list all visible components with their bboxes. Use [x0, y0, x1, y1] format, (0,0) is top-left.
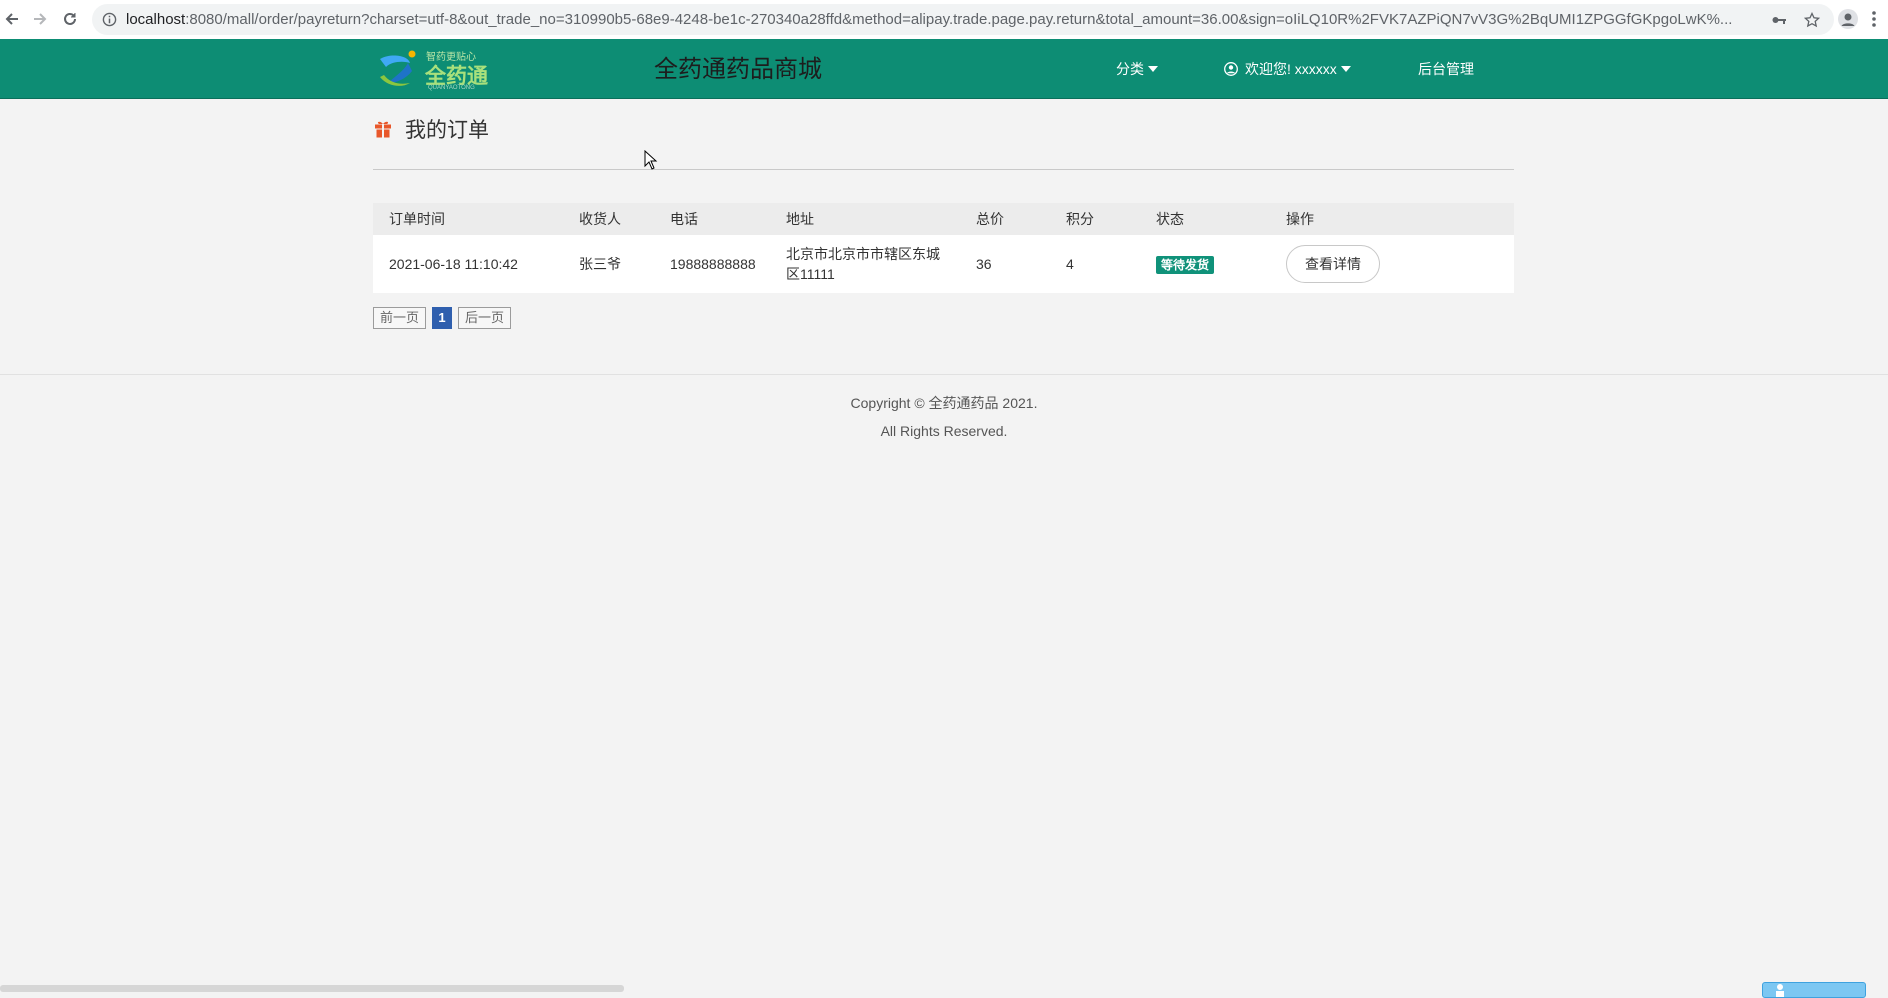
- order-address-line2: 区11111: [786, 266, 835, 282]
- caret-down-icon: [1340, 66, 1351, 72]
- prev-page-button[interactable]: 前一页: [373, 307, 427, 329]
- order-time: 2021-06-18 11:10:42: [373, 235, 563, 293]
- url-host: localhost: [126, 11, 186, 28]
- forward-icon[interactable]: [28, 7, 52, 31]
- site-logo[interactable]: 智药更贴心 全药通 QUANYAOTONG: [374, 47, 488, 93]
- footer-rights: All Rights Reserved.: [880, 423, 1008, 439]
- nav-admin-link[interactable]: 后台管理: [1418, 59, 1474, 79]
- user-circle-icon: [1224, 62, 1238, 76]
- column-header-points: 积分: [1050, 203, 1140, 235]
- nav-user-dropdown[interactable]: 欢迎您! xxxxxx: [1224, 59, 1351, 79]
- horizontal-scrollbar[interactable]: [0, 985, 624, 992]
- key-icon[interactable]: [1771, 12, 1787, 28]
- next-page-button[interactable]: 后一页: [458, 307, 512, 329]
- order-address: 北京市北京市市辖区东城 区11111: [770, 235, 960, 293]
- current-page[interactable]: 1: [432, 307, 453, 329]
- footer-divider: [0, 374, 1888, 375]
- orders-table: 订单时间 收货人 电话 地址 总价 积分 状态 操作 2021-06-18 11…: [373, 203, 1514, 293]
- order-action-cell: 查看详情: [1270, 235, 1514, 293]
- order-phone: 19888888888: [654, 235, 770, 293]
- mouse-cursor-icon: [644, 150, 658, 170]
- corner-widget[interactable]: [1762, 982, 1866, 998]
- nav-category-dropdown[interactable]: 分类: [1116, 59, 1158, 79]
- order-status-cell: 等待发货: [1140, 235, 1270, 293]
- order-points: 4: [1050, 235, 1140, 293]
- url-text[interactable]: localhost:8080/mall/order/payreturn?char…: [126, 11, 1766, 28]
- nav-user-label: 欢迎您! xxxxxx: [1245, 61, 1337, 77]
- column-header-address: 地址: [770, 203, 960, 235]
- profile-icon[interactable]: [1838, 9, 1858, 29]
- pagination: 前一页 1 后一页: [373, 307, 517, 329]
- order-address-line1: 北京市北京市市辖区东城: [786, 246, 940, 262]
- order-total: 36: [960, 235, 1050, 293]
- column-header-phone: 电话: [654, 203, 770, 235]
- logo-mark-icon: [380, 50, 416, 86]
- table-row: 2021-06-18 11:10:42 张三爷 19888888888 北京市北…: [373, 235, 1514, 293]
- reload-icon[interactable]: [58, 7, 82, 31]
- page-heading: 我的订单: [373, 114, 489, 144]
- column-header-action: 操作: [1270, 203, 1514, 235]
- column-header-receiver: 收货人: [563, 203, 654, 235]
- column-header-status: 状态: [1140, 203, 1270, 235]
- page-title: 我的订单: [405, 119, 489, 142]
- caret-down-icon: [1148, 66, 1158, 72]
- status-badge: 等待发货: [1156, 256, 1215, 274]
- logo-pinyin: QUANYAOTONG: [428, 85, 475, 91]
- person-icon: [1776, 984, 1784, 997]
- view-details-button[interactable]: 查看详情: [1286, 245, 1380, 283]
- site-title: 全药通药品商城: [654, 56, 822, 83]
- column-header-total: 总价: [960, 203, 1050, 235]
- gift-icon: [375, 121, 391, 138]
- site-header: 智药更贴心 全药通 QUANYAOTONG 全药通药品商城 分类 欢迎您! xx…: [0, 39, 1888, 99]
- address-bar[interactable]: localhost:8080/mall/order/payreturn?char…: [92, 4, 1834, 35]
- column-header-time: 订单时间: [373, 203, 563, 235]
- browser-toolbar: localhost:8080/mall/order/payreturn?char…: [0, 0, 1888, 40]
- table-header-row: 订单时间 收货人 电话 地址 总价 积分 状态 操作: [373, 203, 1514, 235]
- url-path: :8080/mall/order/payreturn?charset=utf-8…: [185, 11, 1733, 28]
- order-receiver: 张三爷: [563, 235, 654, 293]
- back-icon[interactable]: [0, 7, 24, 31]
- nav-category-label: 分类: [1116, 61, 1144, 77]
- star-icon[interactable]: [1804, 12, 1820, 28]
- nav-admin-label: 后台管理: [1418, 61, 1474, 77]
- footer-copyright: Copyright © 全药通药品 2021.: [850, 395, 1038, 411]
- info-icon[interactable]: [102, 12, 117, 27]
- more-menu-icon[interactable]: [1866, 8, 1882, 30]
- heading-divider: [373, 169, 1514, 170]
